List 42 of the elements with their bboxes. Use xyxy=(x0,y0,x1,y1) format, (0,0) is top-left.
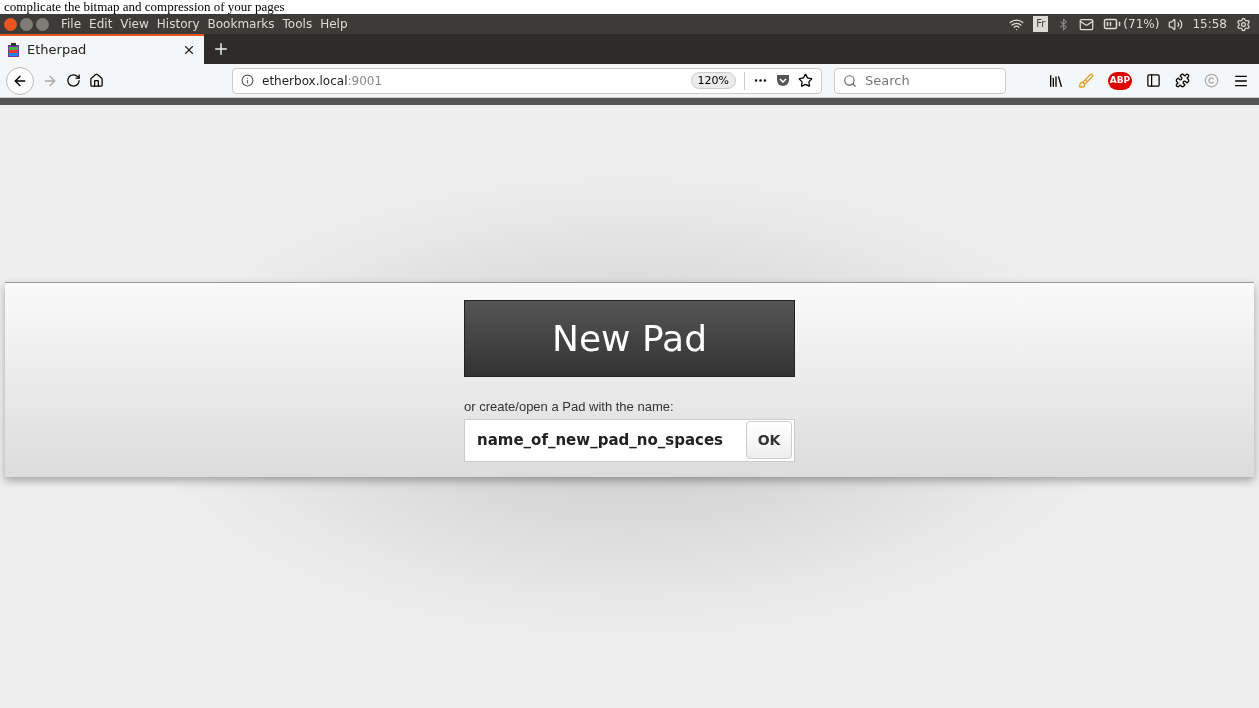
adblock-icon[interactable]: ABP xyxy=(1108,71,1132,90)
wifi-icon[interactable] xyxy=(1009,16,1025,32)
info-icon[interactable] xyxy=(241,74,254,87)
library-icon[interactable] xyxy=(1048,72,1064,89)
menu-item[interactable]: History xyxy=(152,15,204,33)
search-icon xyxy=(843,73,857,88)
home-icon[interactable] xyxy=(89,73,104,88)
clock-time: 15:58 xyxy=(1192,16,1227,33)
extension-icon[interactable] xyxy=(1175,73,1190,88)
tab-title: Etherpad xyxy=(27,41,87,60)
menu-item[interactable]: Edit xyxy=(85,15,117,33)
back-button[interactable] xyxy=(6,66,34,95)
document-text: complicate the bitmap and compression of your pages xyxy=(4,0,285,14)
volume-icon[interactable] xyxy=(1168,16,1184,32)
notepad-icon xyxy=(8,43,19,57)
url-text: etherbox.local:9001 xyxy=(262,72,383,90)
new-tab-icon[interactable] xyxy=(212,40,230,58)
menu-item[interactable]: File xyxy=(57,15,86,33)
maximize-icon[interactable] xyxy=(36,17,49,31)
ok-button[interactable]: OK xyxy=(746,421,792,459)
address-bar[interactable]: etherbox.local:9001 120% xyxy=(232,67,822,94)
mail-icon[interactable] xyxy=(1079,16,1095,32)
zoom-badge[interactable]: 120% xyxy=(690,72,736,89)
menu-item[interactable]: View xyxy=(116,15,153,33)
sidebar-icon[interactable] xyxy=(1146,73,1161,88)
menu-item[interactable]: Help xyxy=(316,15,352,33)
new-pad-button[interactable]: New Pad xyxy=(464,300,795,377)
browser-tab[interactable]: Etherpad xyxy=(0,34,204,64)
pad-name-field[interactable]: name_of_new_pad_no_spaces OK xyxy=(464,418,795,462)
prompt-label: or create/open a Pad with the name: xyxy=(464,398,675,416)
reload-icon[interactable] xyxy=(66,73,81,88)
close-icon[interactable] xyxy=(4,17,17,31)
bookmark-star-icon[interactable] xyxy=(798,73,813,88)
menu-item[interactable]: Bookmarks xyxy=(203,15,279,33)
menu-item[interactable]: Tools xyxy=(278,15,317,33)
minimize-icon[interactable] xyxy=(20,17,33,31)
battery-percentage: (71%) xyxy=(1123,16,1160,33)
keyboard-layout-badge[interactable]: Fr xyxy=(1033,16,1049,32)
pocket-icon[interactable] xyxy=(776,74,790,87)
search-field[interactable]: Search xyxy=(834,67,1006,94)
settings-icon[interactable] xyxy=(1236,16,1251,32)
close-tab-icon[interactable] xyxy=(182,43,196,57)
